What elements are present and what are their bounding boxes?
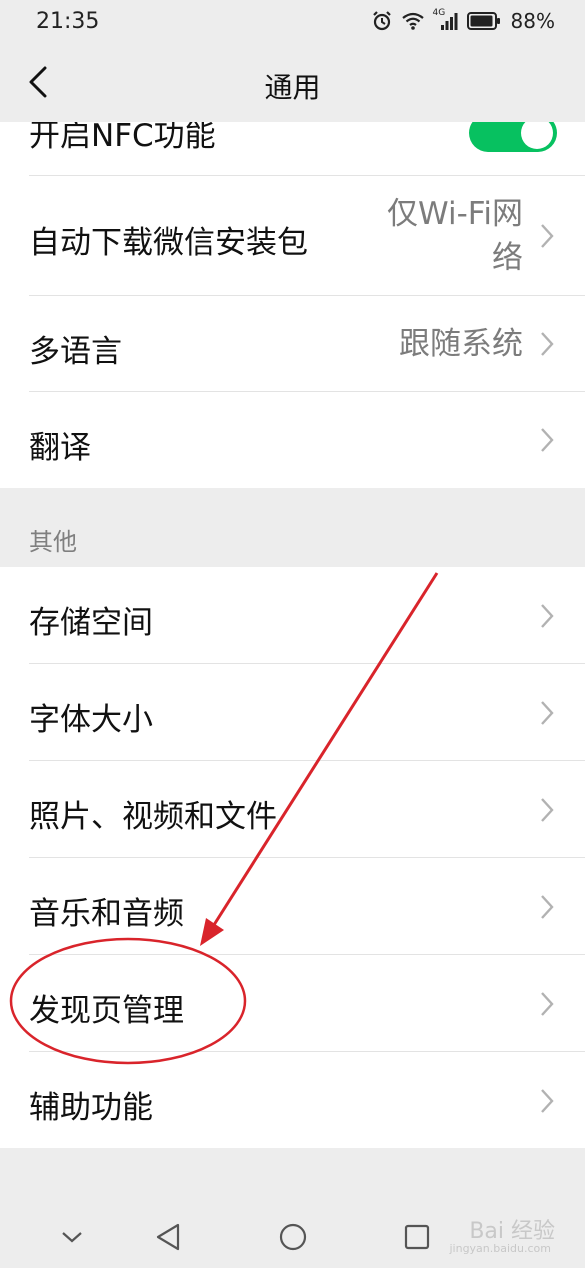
home-circle-icon[interactable] [278,1222,308,1252]
settings-row-language[interactable]: 多语言 跟随系统 [0,296,585,392]
settings-row-translate[interactable]: 翻译 [0,392,585,488]
value-line-2: 络 [492,240,523,276]
settings-row-label: 辅助功能 [29,1090,153,1126]
settings-row-label: 存储空间 [29,605,153,641]
section-header-other: 其他 [29,528,77,556]
watermark-sub: jingyan.baidu.com [449,1242,551,1255]
settings-row-value: 仅Wi-Fi网 络 [387,192,523,280]
chevron-right-icon [541,1089,554,1113]
status-bar: 21:35 4G 88% [0,0,585,44]
settings-row-label: 字体大小 [29,702,153,738]
settings-row-label: 音乐和音频 [29,896,184,932]
settings-row-label: 自动下载微信安装包 [29,225,308,261]
settings-row-music-audio[interactable]: 音乐和音频 [0,858,585,955]
cellular-signal-icon: 4G [433,8,459,32]
status-time: 21:35 [36,9,100,34]
settings-row-nfc[interactable]: 开启NFC功能 [0,122,585,176]
recents-square-icon[interactable] [403,1223,431,1251]
settings-row-font-size[interactable]: 字体大小 [0,664,585,761]
settings-group-general: 开启NFC功能 自动下载微信安装包 仅Wi-Fi网 络 多语言 跟随系统 翻译 [0,122,585,488]
page-title: 通用 [264,71,321,104]
chevron-down-icon[interactable] [60,1225,84,1249]
chevron-right-icon [541,224,554,248]
battery-icon [466,12,500,30]
back-triangle-icon[interactable] [154,1222,182,1252]
wifi-icon [401,12,424,30]
chevron-right-icon [541,428,554,452]
chevron-right-icon [541,895,554,919]
battery-percent: 88% [510,9,555,33]
value-line-1: 仅Wi-Fi网 [387,196,523,232]
settings-row-label: 照片、视频和文件 [29,799,277,835]
settings-row-label: 多语言 [29,334,122,370]
nfc-toggle[interactable] [469,122,557,152]
watermark: Bai 经验 [469,1219,555,1244]
settings-row-label: 翻译 [29,430,91,466]
settings-group-other: 存储空间 字体大小 照片、视频和文件 音乐和音频 发现页管理 辅助功能 [0,567,585,1148]
chevron-right-icon [541,701,554,725]
chevron-right-icon [541,332,554,356]
toggle-knob [521,122,553,149]
settings-row-accessibility[interactable]: 辅助功能 [0,1052,585,1148]
settings-row-label: 发现页管理 [29,993,184,1029]
chevron-right-icon [541,604,554,628]
alarm-icon [372,11,391,31]
settings-row-storage[interactable]: 存储空间 [0,567,585,664]
chevron-right-icon [541,992,554,1016]
settings-row-photos-videos-files[interactable]: 照片、视频和文件 [0,761,585,858]
settings-row-auto-download[interactable]: 自动下载微信安装包 仅Wi-Fi网 络 [0,176,585,296]
settings-row-discover-management[interactable]: 发现页管理 [0,955,585,1052]
nav-bar: 通用 [0,44,585,122]
settings-list[interactable]: 开启NFC功能 自动下载微信安装包 仅Wi-Fi网 络 多语言 跟随系统 翻译 … [0,122,585,1210]
settings-row-value: 跟随系统 [399,326,523,362]
status-icons: 4G 88% [371,8,555,34]
settings-row-label: 开启NFC功能 [29,122,216,154]
chevron-right-icon [541,798,554,822]
